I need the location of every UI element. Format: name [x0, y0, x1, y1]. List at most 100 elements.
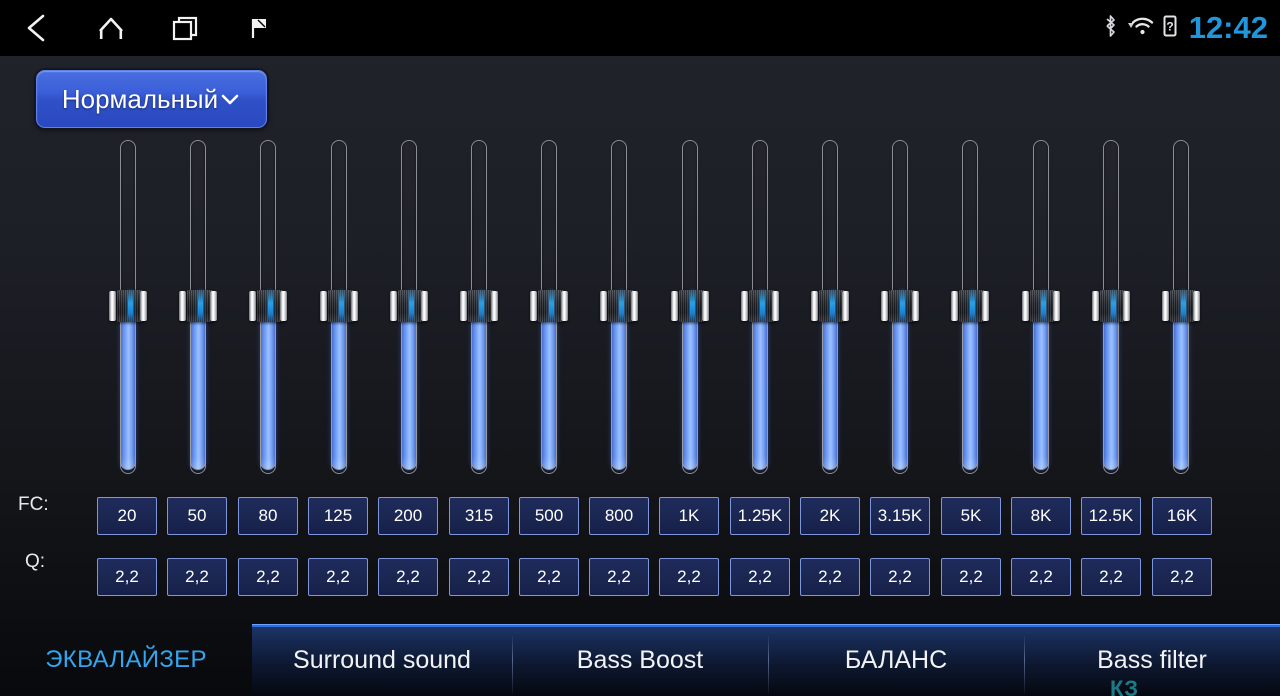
- tab-divider: [1024, 636, 1025, 694]
- fc-value-button[interactable]: 2K: [800, 497, 860, 535]
- slider-fill: [1173, 305, 1189, 470]
- q-value-button[interactable]: 2,2: [659, 558, 719, 596]
- slider-thumb[interactable]: [880, 290, 920, 322]
- slider-thumb-cap-left: [811, 291, 818, 321]
- slider-fill: [682, 305, 698, 470]
- slider-thumb[interactable]: [529, 290, 569, 322]
- slider-fill: [822, 305, 838, 470]
- slider-thumb[interactable]: [178, 290, 218, 322]
- slider-thumb[interactable]: [319, 290, 359, 322]
- q-value-button[interactable]: 2,2: [378, 558, 438, 596]
- q-value-button[interactable]: 2,2: [1152, 558, 1212, 596]
- slider-thumb-cap-right: [351, 291, 358, 321]
- slider-thumb[interactable]: [1091, 290, 1131, 322]
- tab-bass-filter[interactable]: Bass filter: [1024, 624, 1280, 696]
- slider-thumb[interactable]: [810, 290, 850, 322]
- slider-thumb-stripe: [339, 291, 344, 321]
- eq-slider-315[interactable]: [457, 138, 501, 478]
- slider-thumb[interactable]: [599, 290, 639, 322]
- slider-fill: [260, 305, 276, 470]
- slider-thumb[interactable]: [1021, 290, 1061, 322]
- q-value-button[interactable]: 2,2: [800, 558, 860, 596]
- fc-value-button[interactable]: 8K: [1011, 497, 1071, 535]
- slider-thumb[interactable]: [108, 290, 148, 322]
- back-icon[interactable]: [0, 0, 74, 56]
- eq-slider-16k[interactable]: [1159, 138, 1203, 478]
- eq-slider-1k[interactable]: [668, 138, 712, 478]
- eq-slider-125[interactable]: [317, 138, 361, 478]
- fc-value-button[interactable]: 1K: [659, 497, 719, 535]
- flag-icon[interactable]: [222, 0, 296, 56]
- q-value-button[interactable]: 2,2: [449, 558, 509, 596]
- preset-dropdown-button[interactable]: Нормальный: [36, 70, 267, 128]
- watermark-text: КЗ: [1110, 676, 1139, 696]
- slider-thumb-cap-left: [530, 291, 537, 321]
- tab-divider: [768, 636, 769, 694]
- equalizer-screen: ? 12:42 Нормальный FC: Q: 20 2,2 50 2,2 80 2,…: [0, 0, 1280, 696]
- fc-value-button[interactable]: 200: [378, 497, 438, 535]
- fc-value-button[interactable]: 80: [238, 497, 298, 535]
- fc-value-button[interactable]: 50: [167, 497, 227, 535]
- slider-thumb[interactable]: [1161, 290, 1201, 322]
- fc-value-button[interactable]: 3.15K: [870, 497, 930, 535]
- q-value-button[interactable]: 2,2: [589, 558, 649, 596]
- slider-thumb-cap-left: [390, 291, 397, 321]
- fc-value-button[interactable]: 16K: [1152, 497, 1212, 535]
- eq-slider-1.25k[interactable]: [738, 138, 782, 478]
- eq-slider-3.15k[interactable]: [878, 138, 922, 478]
- eq-slider-20[interactable]: [106, 138, 150, 478]
- q-value-button[interactable]: 2,2: [1011, 558, 1071, 596]
- status-bar: ? 12:42: [0, 0, 1280, 56]
- fc-value-button[interactable]: 5K: [941, 497, 1001, 535]
- slider-thumb-cap-right: [280, 291, 287, 321]
- slider-thumb-cap-right: [1193, 291, 1200, 321]
- fc-value-button[interactable]: 12.5K: [1081, 497, 1141, 535]
- slider-thumb[interactable]: [459, 290, 499, 322]
- slider-thumb-cap-right: [421, 291, 428, 321]
- slider-thumb[interactable]: [248, 290, 288, 322]
- eq-slider-80[interactable]: [246, 138, 290, 478]
- eq-slider-5k[interactable]: [948, 138, 992, 478]
- slider-thumb-cap-left: [951, 291, 958, 321]
- eq-slider-12.5k[interactable]: [1089, 138, 1133, 478]
- eq-slider-50[interactable]: [176, 138, 220, 478]
- slider-thumb-cap-right: [631, 291, 638, 321]
- fc-value-button[interactable]: 800: [589, 497, 649, 535]
- eq-slider-800[interactable]: [597, 138, 641, 478]
- slider-thumb-cap-right: [491, 291, 498, 321]
- eq-slider-200[interactable]: [387, 138, 431, 478]
- status-clock: 12:42: [1188, 9, 1268, 45]
- q-value-button[interactable]: 2,2: [167, 558, 227, 596]
- slider-thumb[interactable]: [670, 290, 710, 322]
- fc-value-button[interactable]: 500: [519, 497, 579, 535]
- slider-thumb[interactable]: [950, 290, 990, 322]
- q-value-button[interactable]: 2,2: [519, 558, 579, 596]
- fc-value-button[interactable]: 1.25K: [730, 497, 790, 535]
- recents-icon[interactable]: [148, 0, 222, 56]
- slider-thumb[interactable]: [740, 290, 780, 322]
- home-icon[interactable]: [74, 0, 148, 56]
- eq-slider-2k[interactable]: [808, 138, 852, 478]
- q-value-button[interactable]: 2,2: [308, 558, 368, 596]
- slider-fill: [541, 305, 557, 470]
- tab-bass-boost[interactable]: Bass Boost: [512, 624, 768, 696]
- q-value-button[interactable]: 2,2: [1081, 558, 1141, 596]
- tab-equalizer[interactable]: ЭКВАЛАЙЗЕР: [0, 624, 252, 696]
- eq-slider-500[interactable]: [527, 138, 571, 478]
- fc-value-button[interactable]: 315: [449, 497, 509, 535]
- tab-surround-sound[interactable]: Surround sound: [252, 624, 512, 696]
- fc-value-button[interactable]: 20: [97, 497, 157, 535]
- slider-thumb-cap-right: [210, 291, 217, 321]
- slider-thumb-stripe: [619, 291, 624, 321]
- q-value-button[interactable]: 2,2: [870, 558, 930, 596]
- q-value-button[interactable]: 2,2: [238, 558, 298, 596]
- slider-thumb[interactable]: [389, 290, 429, 322]
- q-value-button[interactable]: 2,2: [730, 558, 790, 596]
- q-value-button[interactable]: 2,2: [941, 558, 1001, 596]
- tab-баланс[interactable]: БАЛАНС: [768, 624, 1024, 696]
- preset-dropdown-label: Нормальный: [61, 84, 219, 114]
- fc-value-button[interactable]: 125: [308, 497, 368, 535]
- q-value-button[interactable]: 2,2: [97, 558, 157, 596]
- slider-thumb-stripe: [690, 291, 695, 321]
- eq-slider-8k[interactable]: [1019, 138, 1063, 478]
